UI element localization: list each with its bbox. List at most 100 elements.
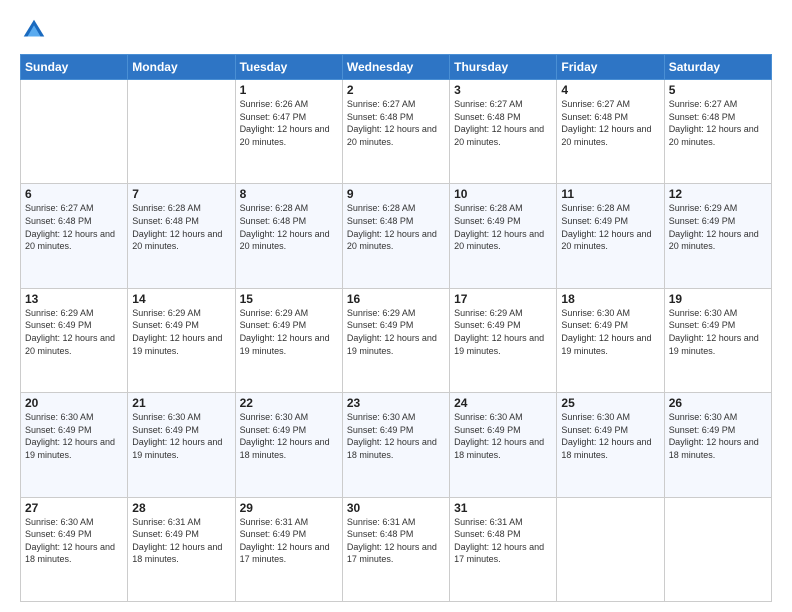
calendar-cell: 24Sunrise: 6:30 AMSunset: 6:49 PMDayligh… (450, 393, 557, 497)
calendar-week-2: 6Sunrise: 6:27 AMSunset: 6:48 PMDaylight… (21, 184, 772, 288)
calendar-cell: 22Sunrise: 6:30 AMSunset: 6:49 PMDayligh… (235, 393, 342, 497)
calendar-cell (128, 80, 235, 184)
day-number: 19 (669, 292, 767, 306)
day-info: Sunrise: 6:29 AMSunset: 6:49 PMDaylight:… (347, 307, 445, 357)
day-number: 23 (347, 396, 445, 410)
day-number: 4 (561, 83, 659, 97)
calendar-cell: 7Sunrise: 6:28 AMSunset: 6:48 PMDaylight… (128, 184, 235, 288)
calendar-cell: 19Sunrise: 6:30 AMSunset: 6:49 PMDayligh… (664, 288, 771, 392)
day-number: 11 (561, 187, 659, 201)
calendar-cell (21, 80, 128, 184)
calendar-cell: 12Sunrise: 6:29 AMSunset: 6:49 PMDayligh… (664, 184, 771, 288)
day-info: Sunrise: 6:29 AMSunset: 6:49 PMDaylight:… (25, 307, 123, 357)
day-info: Sunrise: 6:27 AMSunset: 6:48 PMDaylight:… (454, 98, 552, 148)
day-info: Sunrise: 6:28 AMSunset: 6:49 PMDaylight:… (454, 202, 552, 252)
calendar-cell: 13Sunrise: 6:29 AMSunset: 6:49 PMDayligh… (21, 288, 128, 392)
day-info: Sunrise: 6:30 AMSunset: 6:49 PMDaylight:… (454, 411, 552, 461)
calendar-cell: 10Sunrise: 6:28 AMSunset: 6:49 PMDayligh… (450, 184, 557, 288)
day-info: Sunrise: 6:30 AMSunset: 6:49 PMDaylight:… (669, 307, 767, 357)
day-info: Sunrise: 6:28 AMSunset: 6:48 PMDaylight:… (347, 202, 445, 252)
page: SundayMondayTuesdayWednesdayThursdayFrid… (0, 0, 792, 612)
day-info: Sunrise: 6:29 AMSunset: 6:49 PMDaylight:… (669, 202, 767, 252)
calendar-cell: 11Sunrise: 6:28 AMSunset: 6:49 PMDayligh… (557, 184, 664, 288)
day-number: 17 (454, 292, 552, 306)
calendar-week-3: 13Sunrise: 6:29 AMSunset: 6:49 PMDayligh… (21, 288, 772, 392)
day-info: Sunrise: 6:30 AMSunset: 6:49 PMDaylight:… (25, 411, 123, 461)
day-number: 8 (240, 187, 338, 201)
day-info: Sunrise: 6:30 AMSunset: 6:49 PMDaylight:… (561, 307, 659, 357)
calendar-cell (664, 497, 771, 601)
day-info: Sunrise: 6:28 AMSunset: 6:48 PMDaylight:… (132, 202, 230, 252)
calendar-cell: 9Sunrise: 6:28 AMSunset: 6:48 PMDaylight… (342, 184, 449, 288)
day-info: Sunrise: 6:27 AMSunset: 6:48 PMDaylight:… (561, 98, 659, 148)
day-info: Sunrise: 6:30 AMSunset: 6:49 PMDaylight:… (240, 411, 338, 461)
calendar-header-row: SundayMondayTuesdayWednesdayThursdayFrid… (21, 55, 772, 80)
day-info: Sunrise: 6:31 AMSunset: 6:48 PMDaylight:… (454, 516, 552, 566)
calendar-week-4: 20Sunrise: 6:30 AMSunset: 6:49 PMDayligh… (21, 393, 772, 497)
calendar-cell: 30Sunrise: 6:31 AMSunset: 6:48 PMDayligh… (342, 497, 449, 601)
day-info: Sunrise: 6:27 AMSunset: 6:48 PMDaylight:… (25, 202, 123, 252)
calendar-week-5: 27Sunrise: 6:30 AMSunset: 6:49 PMDayligh… (21, 497, 772, 601)
calendar-cell: 26Sunrise: 6:30 AMSunset: 6:49 PMDayligh… (664, 393, 771, 497)
day-number: 31 (454, 501, 552, 515)
calendar-header-saturday: Saturday (664, 55, 771, 80)
calendar-cell: 29Sunrise: 6:31 AMSunset: 6:49 PMDayligh… (235, 497, 342, 601)
calendar-cell: 8Sunrise: 6:28 AMSunset: 6:48 PMDaylight… (235, 184, 342, 288)
day-info: Sunrise: 6:31 AMSunset: 6:49 PMDaylight:… (132, 516, 230, 566)
day-number: 20 (25, 396, 123, 410)
calendar-cell: 25Sunrise: 6:30 AMSunset: 6:49 PMDayligh… (557, 393, 664, 497)
day-info: Sunrise: 6:27 AMSunset: 6:48 PMDaylight:… (669, 98, 767, 148)
calendar-cell: 21Sunrise: 6:30 AMSunset: 6:49 PMDayligh… (128, 393, 235, 497)
day-number: 9 (347, 187, 445, 201)
day-info: Sunrise: 6:29 AMSunset: 6:49 PMDaylight:… (240, 307, 338, 357)
calendar-header-wednesday: Wednesday (342, 55, 449, 80)
day-number: 5 (669, 83, 767, 97)
calendar-cell: 4Sunrise: 6:27 AMSunset: 6:48 PMDaylight… (557, 80, 664, 184)
header (20, 16, 772, 44)
day-number: 16 (347, 292, 445, 306)
day-info: Sunrise: 6:26 AMSunset: 6:47 PMDaylight:… (240, 98, 338, 148)
day-number: 2 (347, 83, 445, 97)
calendar-cell: 1Sunrise: 6:26 AMSunset: 6:47 PMDaylight… (235, 80, 342, 184)
day-number: 3 (454, 83, 552, 97)
day-info: Sunrise: 6:28 AMSunset: 6:49 PMDaylight:… (561, 202, 659, 252)
day-number: 14 (132, 292, 230, 306)
day-info: Sunrise: 6:30 AMSunset: 6:49 PMDaylight:… (669, 411, 767, 461)
calendar-cell: 20Sunrise: 6:30 AMSunset: 6:49 PMDayligh… (21, 393, 128, 497)
calendar-cell: 6Sunrise: 6:27 AMSunset: 6:48 PMDaylight… (21, 184, 128, 288)
day-number: 13 (25, 292, 123, 306)
calendar-cell: 17Sunrise: 6:29 AMSunset: 6:49 PMDayligh… (450, 288, 557, 392)
day-info: Sunrise: 6:29 AMSunset: 6:49 PMDaylight:… (454, 307, 552, 357)
day-number: 10 (454, 187, 552, 201)
calendar-cell: 15Sunrise: 6:29 AMSunset: 6:49 PMDayligh… (235, 288, 342, 392)
logo-icon (20, 16, 48, 44)
day-number: 26 (669, 396, 767, 410)
calendar-week-1: 1Sunrise: 6:26 AMSunset: 6:47 PMDaylight… (21, 80, 772, 184)
calendar-header-monday: Monday (128, 55, 235, 80)
calendar-cell: 18Sunrise: 6:30 AMSunset: 6:49 PMDayligh… (557, 288, 664, 392)
day-number: 12 (669, 187, 767, 201)
day-number: 21 (132, 396, 230, 410)
day-number: 1 (240, 83, 338, 97)
day-number: 30 (347, 501, 445, 515)
day-info: Sunrise: 6:29 AMSunset: 6:49 PMDaylight:… (132, 307, 230, 357)
day-number: 6 (25, 187, 123, 201)
calendar-cell: 3Sunrise: 6:27 AMSunset: 6:48 PMDaylight… (450, 80, 557, 184)
calendar-table: SundayMondayTuesdayWednesdayThursdayFrid… (20, 54, 772, 602)
day-number: 18 (561, 292, 659, 306)
day-number: 27 (25, 501, 123, 515)
day-info: Sunrise: 6:30 AMSunset: 6:49 PMDaylight:… (25, 516, 123, 566)
calendar-header-sunday: Sunday (21, 55, 128, 80)
calendar-cell: 23Sunrise: 6:30 AMSunset: 6:49 PMDayligh… (342, 393, 449, 497)
day-info: Sunrise: 6:31 AMSunset: 6:48 PMDaylight:… (347, 516, 445, 566)
day-number: 29 (240, 501, 338, 515)
day-info: Sunrise: 6:27 AMSunset: 6:48 PMDaylight:… (347, 98, 445, 148)
calendar-cell: 28Sunrise: 6:31 AMSunset: 6:49 PMDayligh… (128, 497, 235, 601)
calendar-header-friday: Friday (557, 55, 664, 80)
day-info: Sunrise: 6:30 AMSunset: 6:49 PMDaylight:… (347, 411, 445, 461)
calendar-cell (557, 497, 664, 601)
calendar-cell: 27Sunrise: 6:30 AMSunset: 6:49 PMDayligh… (21, 497, 128, 601)
calendar-header-thursday: Thursday (450, 55, 557, 80)
calendar-header-tuesday: Tuesday (235, 55, 342, 80)
day-info: Sunrise: 6:30 AMSunset: 6:49 PMDaylight:… (132, 411, 230, 461)
